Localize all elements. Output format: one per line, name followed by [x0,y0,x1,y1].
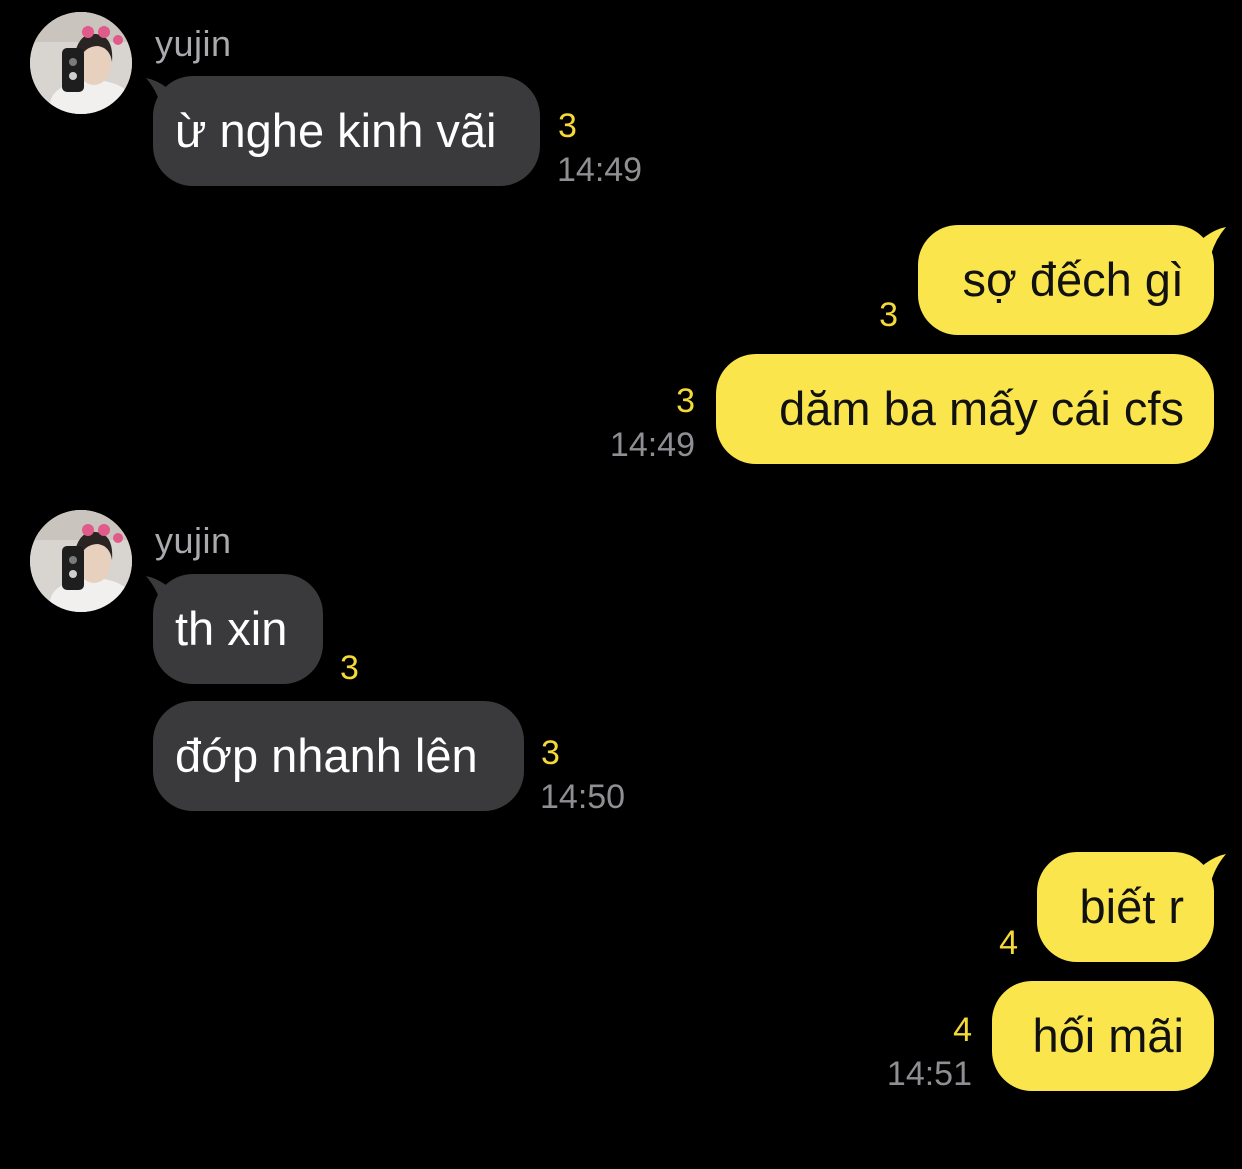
unread-count: 3 [541,734,560,772]
message-timestamp: 14:49 [609,426,695,464]
contact-avatar[interactable] [30,12,132,114]
unread-count: 4 [953,1011,972,1049]
message-text: th xin [175,602,288,655]
unread-count: 3 [676,382,695,420]
message-text: hối mãi [1032,1009,1184,1062]
message-text: đớp nhanh lên [175,729,478,782]
unread-count: 3 [340,649,359,687]
unread-count: 3 [558,107,577,145]
incoming-message-bubble[interactable]: đớp nhanh lên [153,701,524,811]
message-text: dăm ba mấy cái cfs [779,382,1184,435]
outgoing-message-bubble[interactable]: hối mãi [992,981,1214,1091]
avatar-photo-icon [30,12,132,114]
message-timestamp: 14:49 [557,151,643,189]
contact-avatar[interactable] [30,510,132,612]
chat-message-list[interactable]: yujin ừ nghe kinh vãi 3 14:49 sợ đếch gì… [0,0,1242,1169]
message-timestamp: 14:51 [886,1055,972,1093]
sender-name: yujin [155,520,232,561]
incoming-message-bubble[interactable]: ừ nghe kinh vãi [153,76,540,186]
avatar-photo-icon [30,510,132,612]
unread-count: 4 [999,924,1018,962]
unread-count: 3 [879,296,898,334]
outgoing-message-bubble[interactable]: sợ đếch gì [918,225,1214,335]
outgoing-message-bubble[interactable]: dăm ba mấy cái cfs [716,354,1214,464]
message-text: ừ nghe kinh vãi [175,104,497,157]
sender-name: yujin [155,23,232,64]
incoming-message-bubble[interactable]: th xin [153,574,323,684]
message-text: sợ đếch gì [962,253,1184,306]
message-timestamp: 14:50 [540,778,626,816]
outgoing-message-bubble[interactable]: biết r [1037,852,1214,962]
message-text: biết r [1079,880,1185,933]
